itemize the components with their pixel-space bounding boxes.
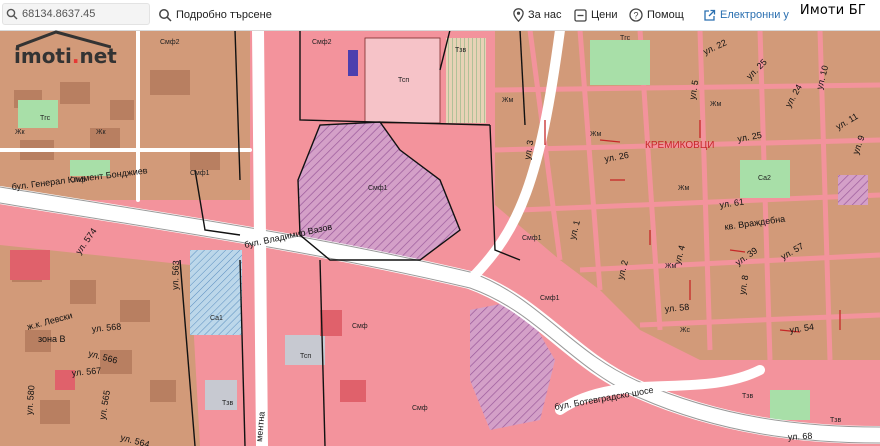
prices-label: Цени [591, 9, 618, 21]
street-label-563: ул. 563 [170, 260, 181, 290]
external-link-icon [704, 9, 716, 21]
zone-label: Жк [96, 129, 106, 136]
zone-label: Жк [15, 129, 25, 136]
zone-label: Жс [680, 327, 690, 334]
blue-hatched-zone [190, 250, 242, 335]
zone-label: Смф [352, 323, 368, 330]
zone-label: Тзв [455, 47, 466, 54]
help-icon: ? [629, 8, 643, 22]
zone-label: Тзв [742, 393, 753, 400]
search-icon [6, 8, 18, 20]
electronic-services-label: Електронни у [720, 9, 789, 21]
zone-label: Смф [412, 405, 428, 412]
zone-label: Жм [665, 263, 676, 270]
zone-label: Смф1 [368, 185, 388, 192]
zone-label: Са2 [758, 175, 771, 182]
zone-label: Смф [70, 177, 86, 184]
cadastral-map[interactable]: бул. Генерал Климент Бонджиев бул. Влади… [0, 30, 880, 446]
street-label-68: ул. 68 [788, 431, 813, 442]
zone-label: Тзв [222, 400, 233, 407]
map-canvas[interactable]: бул. Генерал Климент Бонджиев бул. Влади… [0, 30, 880, 446]
district-label-kremikovtsi: КРЕМИКОВЦИ [645, 140, 714, 151]
magnifier-icon [159, 9, 172, 22]
advanced-search-label: Подробно търсене [176, 9, 272, 21]
zone-label: Жм [502, 97, 513, 104]
zone-label: Жм [710, 101, 721, 108]
blue-marker [348, 50, 358, 76]
site-logo[interactable]: imoti.net [14, 30, 117, 68]
advanced-search-button[interactable]: Подробно търсене [158, 0, 272, 30]
roof-logo-icon [16, 30, 111, 48]
zone-label: Жм [678, 185, 689, 192]
zone-label: Смф1 [190, 170, 210, 177]
site-brand: Имоти БГ [799, 3, 866, 18]
help-link[interactable]: ? Помощ [629, 0, 684, 30]
zone-label: Смф2 [160, 39, 180, 46]
grey-building-1 [285, 335, 325, 365]
zone-label: Жм [590, 131, 601, 138]
street-label-58: ул. 58 [664, 302, 689, 314]
zone-label: Смф2 [312, 39, 332, 46]
zone-label: Тзв [830, 417, 841, 424]
prices-link[interactable]: Цени [574, 0, 617, 30]
zone-label: Тсп [398, 77, 409, 84]
top-toolbar: 68134.8637.45 Подробно търсене За нас Це… [0, 0, 880, 31]
district-zona-v-label: зона В [38, 334, 66, 344]
zone-label: Тгс [40, 115, 51, 122]
zone-label: Са1 [210, 315, 223, 322]
zone-label: Тсп [300, 353, 311, 360]
coordinates-field[interactable]: 68134.8637.45 [2, 3, 150, 25]
help-label: Помощ [647, 9, 684, 21]
coordinates-value: 68134.8637.45 [22, 8, 96, 20]
about-label: За нас [528, 9, 562, 21]
svg-text:?: ? [633, 10, 638, 20]
price-tag-icon [574, 8, 587, 22]
zone-label: Смф1 [540, 295, 560, 302]
about-link[interactable]: За нас [513, 0, 562, 30]
zone-label: Тгс [620, 35, 631, 42]
map-pin-icon [513, 8, 524, 22]
hatched-zone-east [838, 175, 868, 205]
zone-label: Смф1 [522, 235, 542, 242]
electronic-services-link[interactable]: Електронни у [703, 0, 789, 30]
